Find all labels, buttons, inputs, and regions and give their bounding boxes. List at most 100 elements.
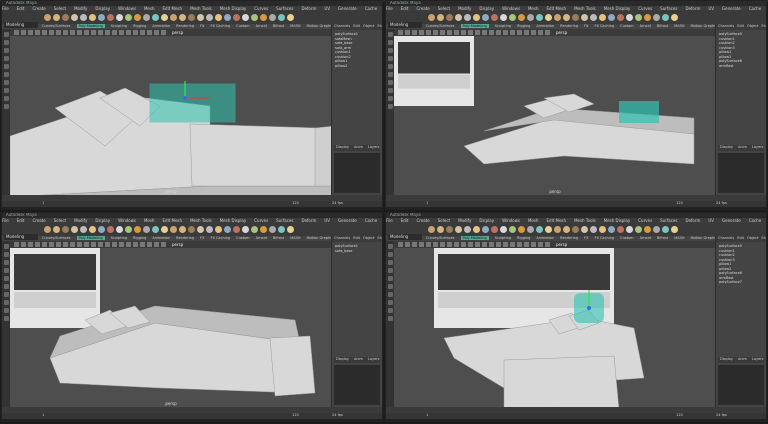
panel-tool-icon[interactable] <box>398 242 403 247</box>
layer-tab[interactable]: Display <box>720 145 733 149</box>
panel-tool-icon[interactable] <box>56 30 61 35</box>
shelf-tool-icon[interactable] <box>224 226 231 233</box>
shelf-tab[interactable]: Animation <box>152 24 170 28</box>
tool-icon[interactable] <box>3 104 9 109</box>
shelf-tool-icon[interactable] <box>197 226 204 233</box>
panel-tool-icon[interactable] <box>126 242 131 247</box>
shelf-tool-icon[interactable] <box>536 14 543 21</box>
panel-tool-icon[interactable] <box>28 242 33 247</box>
shelf-tool-icon[interactable] <box>590 14 597 21</box>
panel-tool-icon[interactable] <box>91 30 96 35</box>
tool-icon[interactable] <box>3 276 9 281</box>
tool-icon[interactable] <box>387 96 393 101</box>
panel-tool-icon[interactable] <box>77 30 82 35</box>
channel-tab[interactable]: Edit <box>353 236 360 240</box>
tool-icon[interactable] <box>3 40 9 45</box>
layer-tab[interactable]: Display <box>720 357 733 361</box>
tool-icon[interactable] <box>3 96 9 101</box>
shelf-tool-icon[interactable] <box>233 14 240 21</box>
shelf-tool-icon[interactable] <box>71 226 78 233</box>
panel-tool-icon[interactable] <box>147 30 152 35</box>
shelf-tool-icon[interactable] <box>446 14 453 21</box>
shelf-tool-icon[interactable] <box>80 226 87 233</box>
panel-tool-icon[interactable] <box>84 30 89 35</box>
shelf-tool-icon[interactable] <box>98 14 105 21</box>
shelf-tab[interactable]: Sculpting <box>495 24 511 28</box>
shelf-tab[interactable]: FX <box>584 24 588 28</box>
panel-tool-icon[interactable] <box>21 30 26 35</box>
shelf-tool-icon[interactable] <box>89 226 96 233</box>
tool-icon[interactable] <box>387 56 393 61</box>
shelf-tab[interactable]: Rigging <box>133 236 146 240</box>
panel-tool-icon[interactable] <box>447 30 452 35</box>
shelf-tab[interactable]: Curves/Surfaces <box>42 24 71 28</box>
panel-tool-icon[interactable] <box>63 242 68 247</box>
shelf-tool-icon[interactable] <box>206 226 213 233</box>
shelf-tool-icon[interactable] <box>44 14 51 21</box>
panel-tool-icon[interactable] <box>119 242 124 247</box>
panel-tool-icon[interactable] <box>77 242 82 247</box>
shelf-tool-icon[interactable] <box>500 14 507 21</box>
shelf-tool-icon[interactable] <box>617 14 624 21</box>
shelf-tool-icon[interactable] <box>80 14 87 21</box>
tool-icon[interactable] <box>387 292 393 297</box>
shelf-tab[interactable]: Arnold <box>256 236 267 240</box>
layer-menu-item[interactable]: Layers <box>368 357 380 361</box>
shelf-tab[interactable]: Rendering <box>176 24 194 28</box>
panel-tool-icon[interactable] <box>35 30 40 35</box>
panel-tool-icon[interactable] <box>98 242 103 247</box>
tool-icon[interactable] <box>3 268 9 273</box>
mode-select[interactable]: Modeling <box>388 234 422 240</box>
shelf-tool-icon[interactable] <box>635 14 642 21</box>
tool-icon[interactable] <box>387 244 393 249</box>
tool-icon[interactable] <box>387 268 393 273</box>
shelf-tool-icon[interactable] <box>644 226 651 233</box>
panel-tool-icon[interactable] <box>419 242 424 247</box>
channel-tab[interactable]: Object <box>747 236 758 240</box>
shelf-tab[interactable]: Poly Modeling <box>76 236 105 240</box>
shelf-tool-icon[interactable] <box>662 226 669 233</box>
shelf-tool-icon[interactable] <box>107 226 114 233</box>
shelf-tool-icon[interactable] <box>581 226 588 233</box>
shelf-tool-icon[interactable] <box>653 14 660 21</box>
tool-icon[interactable] <box>3 48 9 53</box>
fps-field[interactable]: 24 fps <box>716 201 727 205</box>
panel-tool-icon[interactable] <box>35 242 40 247</box>
panel-tool-icon[interactable] <box>154 242 159 247</box>
mode-select[interactable]: Modeling <box>4 234 38 240</box>
panel-tool-icon[interactable] <box>510 30 515 35</box>
shelf-tool-icon[interactable] <box>626 14 633 21</box>
tool-icon[interactable] <box>387 72 393 77</box>
shelf-tool-icon[interactable] <box>125 226 132 233</box>
command-line[interactable] <box>386 207 766 209</box>
panel-tool-icon[interactable] <box>482 30 487 35</box>
panel-tool-icon[interactable] <box>42 30 47 35</box>
shelf-tool-icon[interactable] <box>554 14 561 21</box>
panel-tool-icon[interactable] <box>524 30 529 35</box>
panel-tool-icon[interactable] <box>517 30 522 35</box>
shelf-tool-icon[interactable] <box>179 14 186 21</box>
shelf-tab[interactable]: FX <box>200 24 204 28</box>
shelf-tool-icon[interactable] <box>278 14 285 21</box>
panel-tool-icon[interactable] <box>140 30 145 35</box>
panel-tool-icon[interactable] <box>398 30 403 35</box>
tool-icon[interactable] <box>3 316 9 321</box>
move-manipulator-center[interactable] <box>183 96 187 100</box>
tool-icon[interactable] <box>387 32 393 37</box>
tool-icon[interactable] <box>387 316 393 321</box>
shelf-tab[interactable]: Poly Modeling <box>460 236 489 240</box>
panel-tool-icon[interactable] <box>147 242 152 247</box>
shelf-tab[interactable]: Animation <box>152 236 170 240</box>
tool-icon[interactable] <box>387 260 393 265</box>
shelf-tab[interactable]: Curves/Surfaces <box>42 236 71 240</box>
shelf-tool-icon[interactable] <box>563 226 570 233</box>
channel-tab[interactable]: Show <box>761 24 766 28</box>
panel-tool-icon[interactable] <box>503 242 508 247</box>
shelf-tool-icon[interactable] <box>428 226 435 233</box>
shelf-tool-icon[interactable] <box>116 226 123 233</box>
shelf-tab[interactable]: MASH <box>674 236 684 240</box>
shelf-tool-icon[interactable] <box>500 226 507 233</box>
panel-tool-icon[interactable] <box>447 242 452 247</box>
panel-tool-icon[interactable] <box>510 242 515 247</box>
shelf-tab[interactable]: Sculpting <box>495 236 511 240</box>
